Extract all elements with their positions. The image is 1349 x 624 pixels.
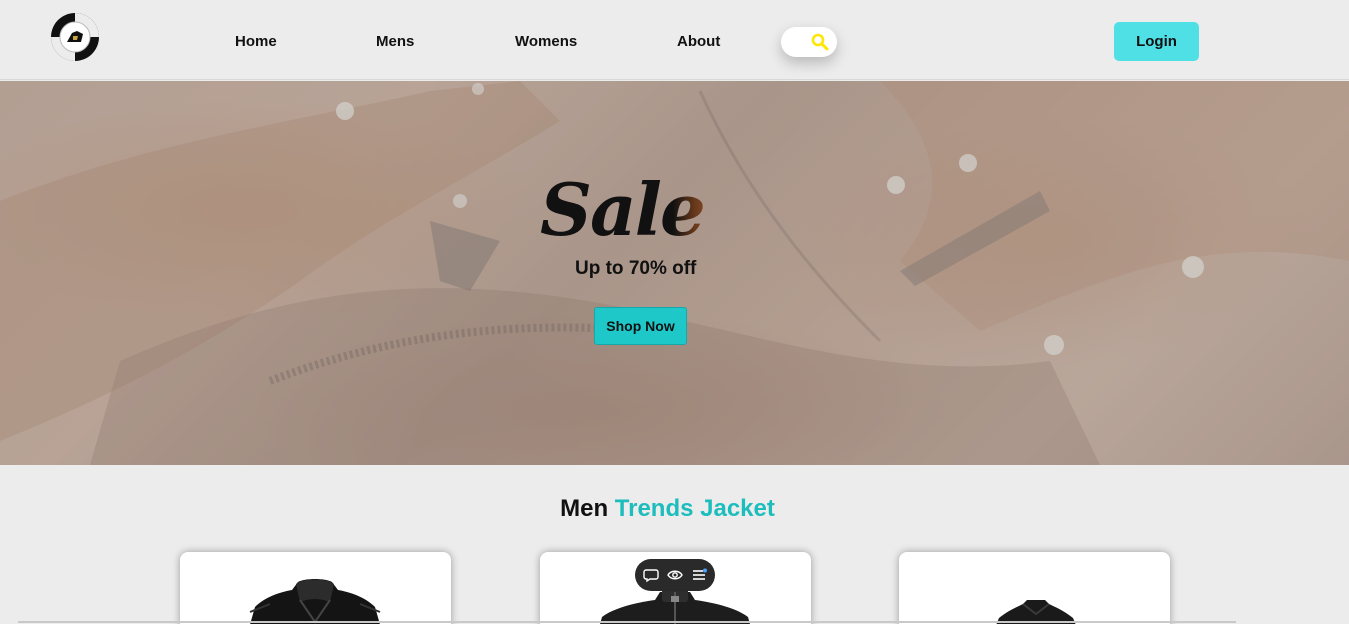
- section-title-main: Men: [560, 495, 609, 522]
- shop-now-button[interactable]: Shop Now: [594, 307, 687, 345]
- divider: [18, 621, 1236, 623]
- logo[interactable]: [50, 12, 100, 62]
- eye-icon[interactable]: [667, 567, 683, 583]
- nav-about[interactable]: About: [677, 33, 720, 50]
- hero-banner: Sale Up to 70% off Shop Now: [0, 81, 1349, 465]
- product-card[interactable]: [899, 552, 1170, 624]
- login-button[interactable]: Login: [1114, 22, 1199, 61]
- sale-subtitle: Up to 70% off: [575, 258, 697, 279]
- section-title-accent: Trends Jacket: [614, 495, 775, 522]
- search-box[interactable]: [781, 27, 837, 57]
- comment-icon[interactable]: [643, 567, 659, 583]
- navbar: Home Mens Womens About Login: [0, 0, 1349, 80]
- menu-icon[interactable]: [691, 567, 707, 583]
- logo-icon: [51, 13, 99, 61]
- product-card[interactable]: [180, 552, 451, 624]
- jacket-image: [249, 579, 381, 624]
- search-icon[interactable]: [811, 33, 829, 51]
- nav-womens[interactable]: Womens: [515, 33, 577, 50]
- nav-home[interactable]: Home: [235, 33, 277, 50]
- section-title: Men Trends Jacket: [0, 495, 1335, 523]
- nav-mens[interactable]: Mens: [376, 33, 414, 50]
- sale-title: Sale: [540, 165, 730, 255]
- floating-toolbar: [635, 559, 715, 591]
- jacket-image: [996, 600, 1076, 624]
